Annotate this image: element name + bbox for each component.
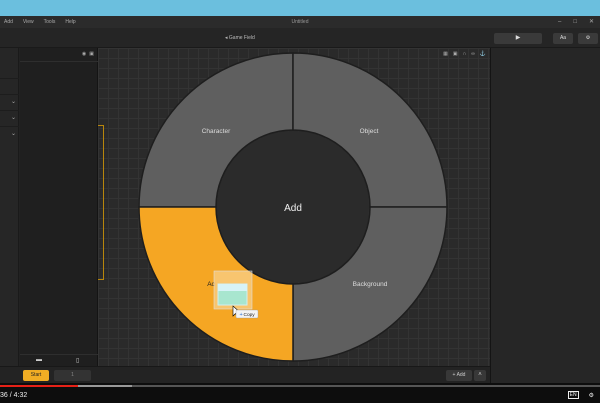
- pie-label-object: Object: [360, 128, 379, 135]
- window-controls: – □ ✕: [558, 16, 594, 28]
- play-icon: ▶: [515, 35, 521, 41]
- chevron-down-icon: ⌄: [10, 115, 16, 121]
- layer-panel: ◉ ▣ ▬ ▯: [20, 48, 98, 366]
- visibility-icon[interactable]: ◉: [82, 51, 86, 57]
- left-rail: ⌄ ⌄ ⌄: [0, 48, 19, 366]
- top-strip: [0, 0, 600, 16]
- lock-icon[interactable]: ▣: [89, 51, 94, 57]
- progress-track[interactable]: [0, 385, 600, 387]
- layer-panel-footer: ▬ ▯: [20, 354, 98, 366]
- copy-tooltip-label: Copy: [244, 312, 256, 318]
- properties-panel: [490, 48, 600, 383]
- game-field-canvas[interactable]: ▦ ▣ ∩ ∞ ⚓ Character Object Background Ac…: [98, 48, 490, 366]
- play-button[interactable]: ▶: [494, 33, 542, 44]
- add-button[interactable]: + Add: [446, 370, 472, 381]
- toolbar: ◂ Game Field ▶ Aa ⚙: [0, 28, 600, 48]
- time-display: 36 / 4:32: [0, 392, 28, 399]
- maximize-icon[interactable]: □: [573, 16, 577, 28]
- drag-thumbnail-sky: [218, 284, 247, 291]
- chevron-up-icon: ˄: [478, 372, 482, 378]
- start-button[interactable]: Start: [23, 370, 49, 381]
- scene-selector[interactable]: ◂ Game Field: [225, 28, 255, 48]
- trash-icon[interactable]: ▯: [76, 357, 79, 364]
- collapse-button[interactable]: ˄: [474, 370, 486, 381]
- video-player-bar: 36 / 4:32 EN ⚙: [0, 383, 600, 403]
- close-icon[interactable]: ✕: [589, 16, 594, 28]
- rail-row[interactable]: ⌄: [0, 110, 19, 124]
- bottom-bar: Start 1 + Add ˄: [0, 366, 490, 383]
- rail-row[interactable]: [0, 78, 19, 92]
- settings-icon[interactable]: ⚙: [589, 392, 594, 399]
- progress-buffered: [78, 385, 132, 387]
- copy-plus-icon: +: [240, 312, 243, 318]
- layer-panel-header: ◉ ▣: [20, 48, 98, 62]
- rail-row[interactable]: ⌄: [0, 94, 19, 108]
- gear-icon: ⚙: [585, 35, 591, 41]
- captions-icon[interactable]: EN: [567, 391, 579, 399]
- folder-icon[interactable]: ▬: [36, 357, 42, 363]
- chevron-down-icon: ⌄: [10, 99, 16, 105]
- progress-played: [0, 385, 78, 387]
- pie-center-label: Add: [284, 203, 302, 214]
- pie-menu: Character Object Background Ac Add + Cop…: [138, 52, 448, 362]
- title-bar: Add View Tools Help Untitled – □ ✕: [0, 16, 600, 28]
- text-button[interactable]: Aa: [553, 33, 573, 44]
- minimize-icon[interactable]: –: [558, 16, 561, 28]
- pie-label-character: Character: [202, 128, 231, 135]
- page-field[interactable]: 1: [54, 370, 91, 381]
- scene-label: Game Field: [228, 35, 255, 41]
- rail-row[interactable]: ⌄: [0, 126, 19, 140]
- pie-label-background: Background: [353, 281, 388, 288]
- chevron-down-icon: ⌄: [10, 131, 16, 137]
- settings-button[interactable]: ⚙: [578, 33, 598, 44]
- window-title: Untitled: [291, 19, 309, 25]
